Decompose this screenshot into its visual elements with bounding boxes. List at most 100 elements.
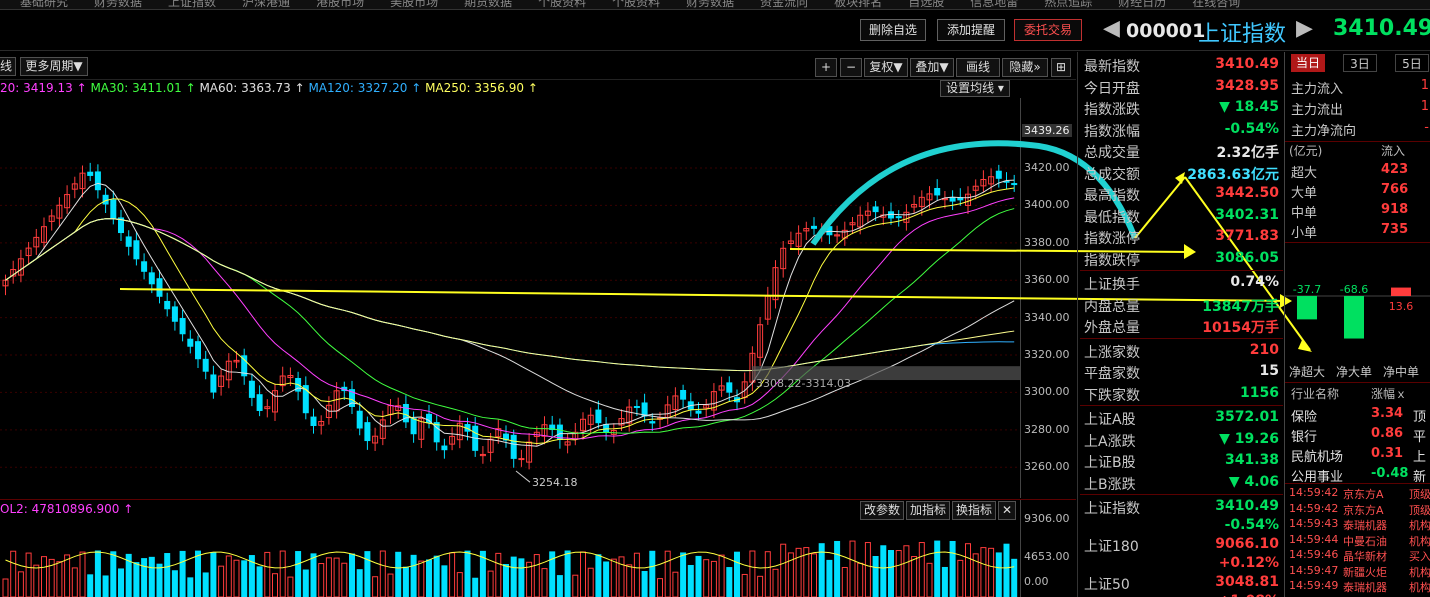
ticker-row[interactable]: 14:59:44 中曼石油 机构 — [1285, 533, 1430, 548]
set-average-line-dropdown[interactable]: 设置均线 ▾ — [940, 80, 1010, 97]
change-params-button[interactable]: 改参数 — [860, 501, 904, 520]
delete-watchlist-button[interactable]: 删除自选 — [860, 19, 926, 41]
stat-label: 下跌家数 — [1084, 387, 1140, 404]
index-row[interactable]: 上证50 3048.81 +1.08% — [1080, 572, 1283, 597]
top-nav-item[interactable]: 美股市场 — [390, 0, 438, 9]
top-nav-item[interactable]: 个股资料 — [538, 0, 586, 9]
trade-button[interactable]: 委托交易 — [1014, 19, 1082, 41]
ma30-value: MA30: 3411.01 — [90, 81, 182, 95]
top-nav-item[interactable]: 上证指数 — [168, 0, 216, 9]
stat-label: 指数涨跌 — [1084, 102, 1140, 118]
more-period-dropdown[interactable]: 更多周期▼ — [20, 57, 88, 76]
top-nav-item[interactable]: 在线咨询 — [1192, 0, 1240, 9]
ma-legend: 20: 3419.13 ↑ MA30: 3411.01 ↑ MA60: 3363… — [0, 81, 1020, 99]
volume-bar — [218, 565, 225, 597]
volume-chart[interactable] — [0, 520, 1020, 597]
top-nav-item[interactable]: 个股资料 — [612, 0, 660, 9]
volume-bar — [333, 557, 340, 597]
prev-stock-arrow-icon[interactable]: ◀ — [1103, 16, 1120, 41]
volume-bar — [456, 572, 463, 597]
next-stock-arrow-icon[interactable]: ▶ — [1296, 16, 1313, 41]
top-nav-item[interactable]: 财务数据 — [686, 0, 734, 9]
volume-bar — [56, 561, 63, 597]
switch-indicator-button[interactable]: 换指标 — [952, 501, 996, 520]
volume-bar — [888, 550, 894, 597]
flow-table-value: 918 — [1381, 202, 1409, 217]
volume-bar — [1003, 543, 1010, 597]
ticker-row[interactable]: 14:59:49 泰瑞机器 机构 — [1285, 579, 1430, 594]
line-tab[interactable]: 线 — [0, 57, 16, 76]
candle-body — [1011, 183, 1018, 186]
add-indicator-button[interactable]: 加指标 — [906, 501, 950, 520]
industry-row[interactable]: 保险 3.34 顶 — [1285, 404, 1430, 425]
index-row[interactable]: 上证180 9066.10 +0.12% — [1080, 534, 1283, 576]
tab-3day[interactable]: 3日 — [1343, 54, 1377, 72]
flow-row: 主力流出 1 — [1285, 97, 1430, 118]
ticker-time: 14:59:47 — [1289, 563, 1339, 577]
stat-label: 上涨家数 — [1084, 344, 1140, 361]
stat-label: 内盘总量 — [1084, 298, 1140, 315]
stat-value: ▼ 18.45 — [1219, 99, 1279, 115]
tab-5day[interactable]: 5日 — [1395, 54, 1429, 72]
volume-bar — [503, 564, 509, 597]
top-nav-item[interactable]: 信息地雷 — [970, 0, 1018, 9]
close-indicator-icon[interactable]: ✕ — [998, 501, 1016, 520]
stat-label: 最高指数 — [1084, 188, 1140, 204]
expand-panel-button[interactable]: ⊞ — [1051, 58, 1071, 77]
volume-bar — [187, 577, 194, 597]
ticker-row[interactable]: 14:59:42 京东方A 顶级 — [1285, 486, 1430, 501]
top-nav-item[interactable]: 财经日历 — [1118, 0, 1166, 9]
volume-bar — [287, 576, 294, 597]
industry-extra: 上 — [1413, 450, 1427, 465]
volume-bar — [302, 569, 309, 597]
zoom-out-button[interactable]: − — [840, 58, 862, 77]
double-chevron-right-icon: » — [1033, 60, 1041, 74]
top-nav-item[interactable]: 沪深港通 — [242, 0, 290, 9]
industry-change-header[interactable]: 涨幅ｘ — [1371, 385, 1407, 402]
stat-value: 2.32亿手 — [1216, 145, 1279, 161]
stat-label: 总成交量 — [1084, 145, 1140, 161]
stat-row: 最新指数 3410.49 — [1080, 54, 1283, 76]
stat-label: 指数跌停 — [1084, 252, 1140, 269]
top-nav-item[interactable]: 期货数据 — [464, 0, 512, 9]
tab-today[interactable]: 当日 — [1291, 54, 1325, 72]
ticker-row[interactable]: 14:59:42 京东方A 顶级 — [1285, 502, 1430, 517]
low-pointer — [515, 470, 531, 483]
ticker-row[interactable]: 14:59:43 泰瑞机器 机构 — [1285, 517, 1430, 532]
candlestick-chart[interactable]: 3308.22-3314.03 3254.18 — [0, 98, 1076, 498]
volume-bar — [949, 540, 956, 597]
top-nav-item[interactable]: 自选股 — [908, 0, 944, 9]
top-nav-item[interactable]: 板块排名 — [834, 0, 882, 9]
top-nav-item[interactable]: 港股市场 — [316, 0, 364, 9]
volume-bar — [541, 568, 548, 597]
top-nav-item[interactable]: 基础研究 — [20, 0, 68, 9]
volume-bar — [895, 550, 902, 597]
candle-body — [141, 261, 148, 272]
ticker-row[interactable]: 14:59:47 新疆火炬 机构 — [1285, 564, 1430, 579]
hide-button[interactable]: 隐藏» — [1002, 58, 1048, 77]
industry-row[interactable]: 公用事业 -0.48 新 — [1285, 464, 1430, 485]
top-nav-item[interactable]: 热点追踪 — [1044, 0, 1092, 9]
industry-row[interactable]: 银行 0.86 平 — [1285, 424, 1430, 445]
zoom-in-button[interactable]: + — [815, 58, 837, 77]
ticker-row[interactable]: 14:59:46 晶华新材 买入 — [1285, 548, 1430, 563]
volume-bar — [241, 560, 248, 597]
volume-bar — [464, 550, 471, 597]
top-nav-item[interactable]: 资金流向 — [760, 0, 808, 9]
volume-bar — [1011, 558, 1018, 597]
volume-bar — [641, 570, 648, 597]
up-arrow-icon: ↑ — [407, 81, 426, 95]
add-alert-button[interactable]: 添加提醒 — [937, 19, 1005, 41]
draw-line-button[interactable]: 画线 — [956, 58, 1000, 77]
overlay-dropdown[interactable]: 叠加▼ — [910, 58, 954, 77]
top-nav-item[interactable]: 财务数据 — [94, 0, 142, 9]
candle-body — [995, 170, 1002, 179]
stat-label: 指数涨停 — [1084, 231, 1140, 247]
industry-row[interactable]: 民航机场 0.31 上 — [1285, 444, 1430, 465]
price-tick: 3320.00 — [1024, 348, 1070, 362]
ticker-note: 机构 — [1409, 534, 1430, 548]
net-flow-value: -68.6 — [1340, 283, 1368, 296]
restore-rights-dropdown[interactable]: 复权▼ — [864, 58, 908, 77]
volume-bar — [64, 554, 71, 597]
index-row[interactable]: 上证指数 3410.49 -0.54% — [1080, 496, 1283, 538]
